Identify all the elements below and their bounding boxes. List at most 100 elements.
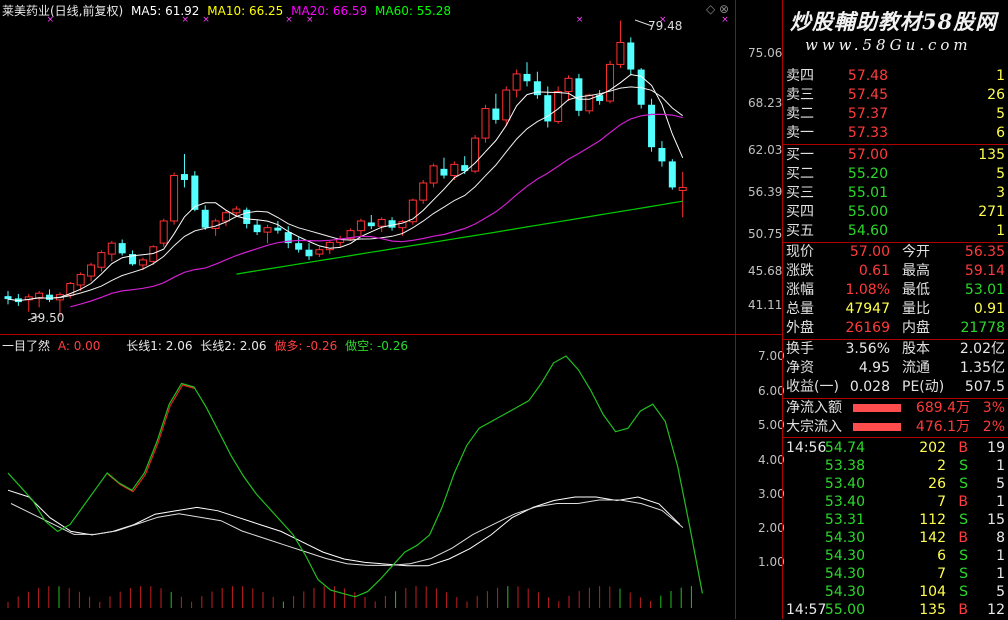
bid-row: 买一 57.00 135	[786, 147, 1005, 163]
candle-body	[253, 224, 261, 233]
high-annotation: 79.48	[648, 19, 683, 33]
trade-tick-row: 54.30 104 S 5	[783, 583, 1008, 602]
fundamental-value: 2.02亿	[959, 341, 1005, 357]
candle-body	[170, 175, 179, 222]
signal-marker: ×	[306, 15, 314, 25]
tick-volume: 2	[937, 458, 946, 474]
tick-price: 54.30	[824, 566, 865, 582]
candle-body	[575, 78, 583, 111]
tick-price: 54.30	[824, 530, 865, 546]
candle-body	[274, 227, 282, 231]
bid-row: 买三 55.01 3	[786, 185, 1005, 201]
bid-row: 买二 55.20 5	[786, 166, 1005, 182]
tick-side: S	[959, 566, 968, 582]
candle-body	[564, 77, 573, 93]
tick-price: 53.31	[824, 512, 865, 528]
tick-side: B	[958, 440, 968, 456]
price-tick: 62.03	[748, 143, 783, 157]
watermark-title: 炒股輔助教材58股网	[790, 9, 998, 34]
signal-marker: ×	[202, 15, 210, 25]
ask-price: 57.33	[847, 125, 888, 141]
trade-tick-row: 54.30 7 S 1	[783, 565, 1008, 584]
tick-volume: 112	[919, 512, 946, 528]
quote-value: 47947	[845, 301, 890, 317]
candle-body	[221, 212, 230, 222]
tick-side: B	[958, 494, 968, 510]
ask-price: 57.37	[847, 106, 888, 122]
bid-price: 57.00	[847, 147, 888, 163]
candle-body	[305, 249, 313, 257]
fundamental-value: 507.5	[964, 379, 1005, 395]
quote-value: 0.61	[858, 263, 890, 279]
bid-row: 买四 55.00 271	[786, 204, 1005, 220]
tick-time: 14:57	[786, 602, 827, 618]
ma10-line	[28, 86, 683, 300]
price-tick: 50.75	[748, 227, 783, 241]
tick-count: 1	[996, 566, 1005, 582]
trade-tick-row: 53.40 7 B 1	[783, 493, 1008, 512]
price-chart[interactable]: × × × × × × × ×	[0, 0, 735, 335]
fundamental-value: 1.35亿	[959, 360, 1005, 376]
price-tick: 41.11	[748, 298, 783, 312]
signal-marker: ×	[181, 15, 189, 25]
bid-volume: 135	[978, 147, 1005, 163]
indicator-tick: 4.00	[758, 453, 785, 467]
candle-body	[87, 264, 96, 277]
trade-tick-row: 53.38 2 S 1	[783, 457, 1008, 476]
long-line-2	[10, 499, 684, 566]
tick-side: S	[959, 512, 968, 528]
trade-tick-row: 53.31 112 S 15	[783, 511, 1008, 530]
tick-volume: 7	[937, 566, 946, 582]
ask-volume: 1	[996, 68, 1005, 84]
candle-body	[232, 208, 241, 214]
quote-value: 1.08%	[845, 282, 890, 298]
tick-side: B	[958, 530, 968, 546]
ask-row: 卖四 57.48 1	[786, 68, 1005, 84]
candle-body	[450, 163, 459, 177]
candle-body	[606, 63, 615, 102]
indicator-bars	[7, 586, 692, 608]
tick-count: 8	[996, 530, 1005, 546]
ma60-line	[236, 200, 683, 275]
tick-price: 53.38	[824, 458, 865, 474]
quote-value: 59.14	[964, 263, 1005, 279]
tick-volume: 142	[919, 530, 946, 546]
candle-body	[419, 182, 428, 201]
ma20-line	[70, 113, 683, 308]
flow-percent: 2%	[982, 419, 1005, 435]
ask-price: 57.45	[847, 87, 888, 103]
ask-price: 57.48	[847, 68, 888, 84]
tick-side: S	[959, 476, 968, 492]
tick-price: 54.30	[824, 584, 865, 600]
ask-row: 卖一 57.33 6	[786, 125, 1005, 141]
tick-count: 5	[996, 476, 1005, 492]
tick-count: 15	[987, 512, 1005, 528]
indicator-tick: 7.00	[758, 349, 785, 363]
candle-body	[471, 137, 480, 172]
tick-volume: 135	[919, 602, 946, 618]
quote-value: 21778	[960, 320, 1005, 336]
trade-tick-row: 54.30 6 S 1	[783, 547, 1008, 566]
tick-time: 14:56	[786, 440, 827, 456]
trade-ticks[interactable]: 14:56 54.74 202 B 19 53.38 2 S 1 53.40 26 S 5 53.40 7 B…	[783, 439, 1008, 619]
price-axis-divider	[735, 0, 736, 619]
candle-body	[502, 89, 511, 121]
indicator-chart[interactable]	[0, 335, 735, 619]
indicator-tick: 6.00	[758, 384, 785, 398]
flow-percent: 3%	[982, 400, 1005, 416]
tick-count: 5	[996, 584, 1005, 600]
candle-body	[367, 222, 375, 227]
candle-body	[295, 243, 303, 250]
signal-markers: × × × × × × × ×	[47, 15, 729, 25]
ask-row: 卖二 57.37 5	[786, 106, 1005, 122]
candle-body	[429, 165, 438, 184]
tick-volume: 7	[937, 494, 946, 510]
fundamental-value: 4.95	[858, 360, 890, 376]
quote-value: 56.35	[964, 244, 1005, 260]
flow-value: 476.1万	[915, 419, 970, 435]
flow-row: 大宗流入 476.1万 2%	[786, 419, 1005, 435]
candle-body	[648, 104, 656, 148]
candle-body	[201, 209, 209, 228]
bid-price: 55.01	[847, 185, 888, 201]
tick-volume: 202	[919, 440, 946, 456]
